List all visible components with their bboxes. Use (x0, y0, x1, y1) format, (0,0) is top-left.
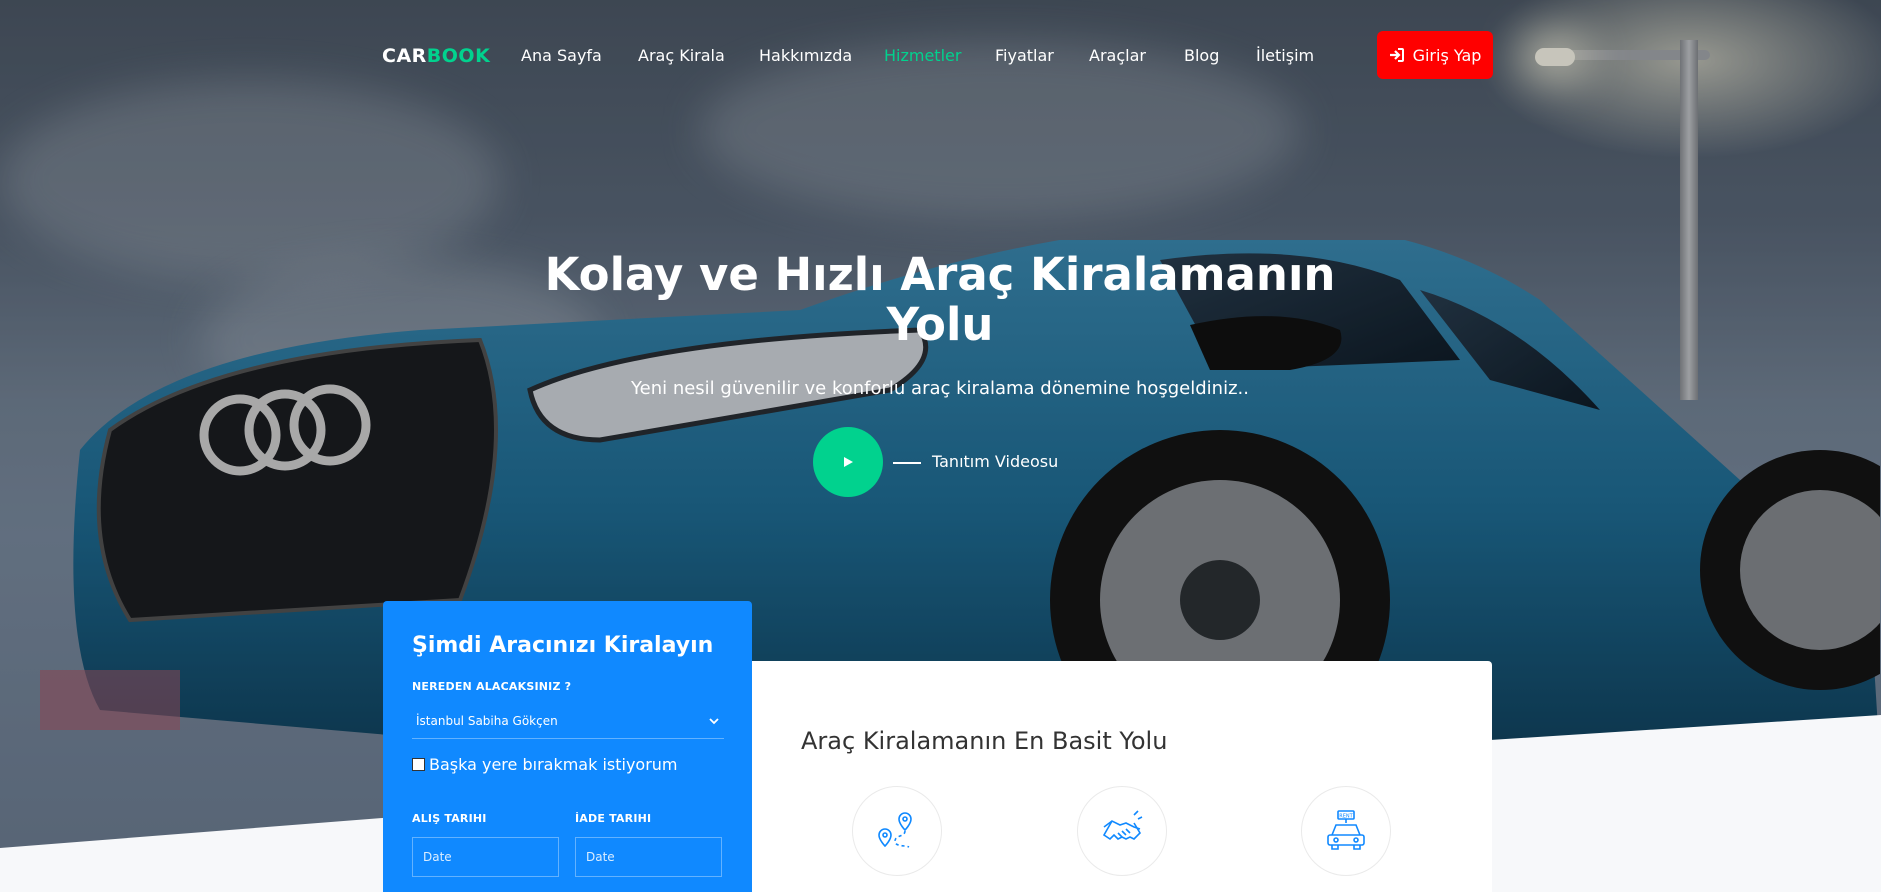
pickup-date-input[interactable]: Date (412, 837, 559, 877)
pickup-location-label: NEREDEN ALACAKSINIZ ? (412, 680, 572, 693)
nav-item-fiyatlar[interactable]: Fiyatlar (995, 46, 1054, 65)
return-date-label: İADE TARIHI (575, 812, 652, 825)
dropoff-different-checkbox[interactable] (412, 758, 425, 771)
booking-title: Şimdi Aracınızı Kiralayın (412, 633, 714, 658)
video-divider-line (893, 462, 921, 464)
hero-subtitle: Yeni nesil güvenilir ve konforlu araç ki… (631, 378, 1249, 399)
nav-item-hizmetler[interactable]: Hizmetler (884, 46, 961, 65)
services-card: Araç Kiralamanın En Basit Yolu RENT (752, 661, 1492, 892)
brand-logo[interactable]: CARBOOK (382, 45, 490, 67)
dropoff-different-row[interactable]: Başka yere bırakmak istiyorum (412, 755, 678, 774)
video-label[interactable]: Tanıtım Videosu (932, 452, 1058, 471)
pickup-location-select[interactable]: İstanbul Sabiha Gökçen (412, 703, 724, 739)
rent-car-icon: RENT (1301, 786, 1391, 876)
nav-item-araclar[interactable]: Araçlar (1089, 46, 1146, 65)
nav-item-ana-sayfa[interactable]: Ana Sayfa (521, 46, 602, 65)
location-route-icon (852, 786, 942, 876)
play-icon (844, 457, 853, 467)
hero-title-line1: Kolay ve Hızlı Araç Kiralamanın (544, 248, 1336, 301)
services-title: Araç Kiralamanın En Basit Yolu (801, 727, 1168, 755)
login-button[interactable]: Giriş Yap (1377, 31, 1493, 79)
nav-item-iletisim[interactable]: İletişim (1256, 46, 1314, 65)
nav-item-arac-kirala[interactable]: Araç Kirala (638, 46, 725, 65)
login-button-label: Giriş Yap (1412, 45, 1482, 65)
pickup-location-value: İstanbul Sabiha Gökçen (416, 713, 558, 728)
hero-title-line2: Yolu (886, 298, 994, 351)
handshake-icon (1077, 786, 1167, 876)
sign-in-icon (1389, 48, 1404, 62)
nav-item-blog[interactable]: Blog (1184, 46, 1219, 65)
nav-item-hakkimizda[interactable]: Hakkımızda (759, 46, 852, 65)
pickup-date-label: ALIŞ TARIHI (412, 812, 487, 825)
play-video-button[interactable] (813, 427, 883, 497)
dropoff-different-label: Başka yere bırakmak istiyorum (429, 755, 678, 774)
top-navbar: CARBOOK Ana Sayfa Araç Kirala Hakkımızda… (0, 30, 1881, 80)
return-date-input[interactable]: Date (575, 837, 722, 877)
chevron-down-icon (709, 717, 719, 724)
booking-form: Şimdi Aracınızı Kiralayın NEREDEN ALACAK… (383, 601, 752, 892)
svg-text:RENT: RENT (1339, 814, 1353, 820)
hero-title: Kolay ve Hızlı Araç Kiralamanın Yolu (540, 250, 1340, 350)
